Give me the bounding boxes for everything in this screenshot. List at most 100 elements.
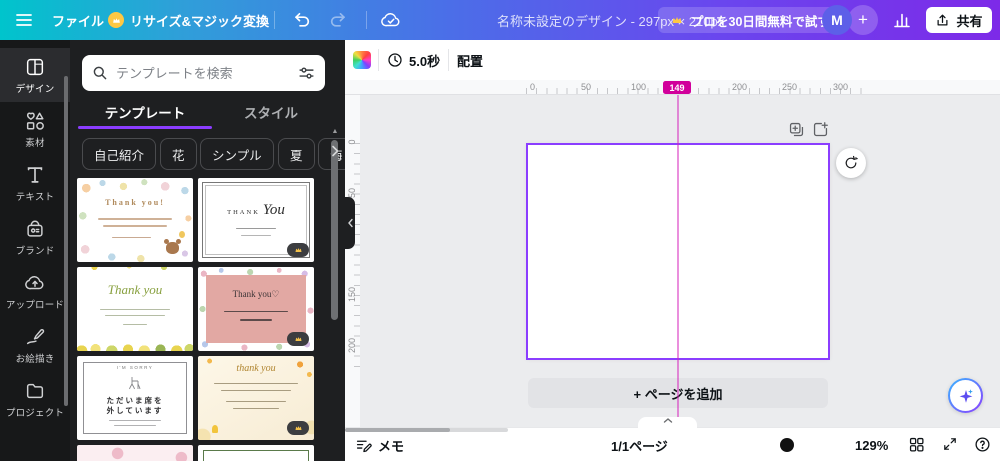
card-title: Thank you♡ xyxy=(232,288,280,299)
filter-chip-flower[interactable]: 花 xyxy=(160,138,197,170)
template-panel: テンプレート スタイル 自己紹介 花 シンプル 夏 海 Thank you! T… xyxy=(70,40,345,461)
topbar-divider xyxy=(366,11,367,29)
ruler-ticks xyxy=(354,143,360,371)
chip-scroll-right-icon[interactable] xyxy=(330,144,340,163)
filter-sliders-icon[interactable] xyxy=(298,65,315,82)
design-icon xyxy=(26,58,44,75)
bottom-status-bar: メモ 1/1ページ 129% xyxy=(345,427,1000,461)
zoom-slider[interactable] xyxy=(345,428,508,432)
template-thumbnail-thank-you-elegant[interactable]: THANK You xyxy=(198,178,314,262)
text-icon xyxy=(27,166,43,183)
chair-art xyxy=(129,377,141,390)
card-title: thank you xyxy=(236,362,276,374)
avatar[interactable]: M xyxy=(822,5,852,35)
sidebar-item-brand[interactable]: ブランド xyxy=(0,210,70,264)
template-thumbnail-away-message[interactable]: I'M SORRY ただいま席を 外しています xyxy=(77,356,193,440)
ruler-label: 250 xyxy=(782,82,798,92)
ruler-label: 0 xyxy=(530,82,536,92)
template-thumbnail-thank-you-yellow[interactable]: Thank you xyxy=(77,267,193,351)
zoom-slider-knob[interactable] xyxy=(780,438,794,452)
sidebar-scrollbar[interactable] xyxy=(64,76,68,406)
pro-trial-button[interactable]: プロを30日間無料で試す xyxy=(658,7,842,33)
filter-chip-summer[interactable]: 夏 xyxy=(278,138,315,170)
horizontal-ruler[interactable]: 0 50 100 200 250 300 149 xyxy=(345,80,1000,95)
sidebar-item-design[interactable]: デザイン xyxy=(0,48,70,102)
sidebar-nav: デザイン 素材 テキスト ブランド アップロード お絵描き プロジェクト xyxy=(0,40,70,461)
page-indicator: 1/1ページ xyxy=(611,438,668,454)
search-input[interactable] xyxy=(116,65,290,81)
sidebar-item-label: 素材 xyxy=(25,137,45,149)
template-thumbnail-thank-you-autumn[interactable]: thank you xyxy=(198,356,314,440)
help-icon xyxy=(975,437,990,452)
fullscreen-button[interactable] xyxy=(942,436,958,457)
add-member-button[interactable]: + xyxy=(848,5,878,35)
resize-magic-label: リサイズ&マジック変換 xyxy=(130,13,269,29)
ruler-label: 50 xyxy=(581,82,592,92)
sidebar-item-draw[interactable]: お絵描き xyxy=(0,318,70,372)
tab-templates[interactable]: テンプレート xyxy=(78,102,212,122)
resize-magic-button[interactable]: リサイズ&マジック変換 xyxy=(108,0,269,40)
toolbar-divider xyxy=(378,49,379,71)
guide-line[interactable] xyxy=(677,95,679,418)
sidebar-item-text[interactable]: テキスト xyxy=(0,156,70,210)
folder-icon xyxy=(26,383,44,398)
template-thumbnail-thank-you-pink[interactable]: Thank you♡ xyxy=(198,267,314,351)
ruler-label: 300 xyxy=(833,82,849,92)
sidebar-item-elements[interactable]: 素材 xyxy=(0,102,70,156)
sidebar-item-uploads[interactable]: アップロード xyxy=(0,264,70,318)
notes-button[interactable]: メモ xyxy=(355,428,404,461)
panel-scrollbar[interactable] xyxy=(331,140,338,320)
background-color-swatch[interactable] xyxy=(353,51,371,69)
main-menu-button[interactable] xyxy=(14,0,34,40)
add-page-icon-button[interactable] xyxy=(812,121,829,143)
file-menu-label: ファイル xyxy=(52,13,105,29)
duration-value: 5.0秒 xyxy=(409,53,441,69)
top-app-bar: ファイル リサイズ&マジック変換 名称未設定のデザイン - 297px × 21… xyxy=(0,0,1000,40)
magic-assistant-button[interactable] xyxy=(948,378,983,413)
ruler-label: 200 xyxy=(732,82,748,92)
filter-chip-self-intro[interactable]: 自己紹介 xyxy=(82,138,157,170)
notes-label: メモ xyxy=(378,438,405,454)
duplicate-page-button[interactable] xyxy=(788,121,805,143)
grid-view-button[interactable] xyxy=(908,436,925,458)
save-status-button[interactable] xyxy=(380,0,402,40)
card-title-line2: 外しています xyxy=(106,405,164,415)
active-tab-underline xyxy=(78,126,212,129)
card-title: Thank you! xyxy=(105,198,165,208)
chevron-left-icon xyxy=(347,218,353,228)
undo-button[interactable] xyxy=(292,0,312,40)
canva-editor: ファイル リサイズ&マジック変換 名称未設定のデザイン - 297px × 21… xyxy=(0,0,1000,461)
file-menu-button[interactable]: ファイル xyxy=(52,0,104,40)
redo-button[interactable] xyxy=(328,0,348,40)
hamburger-icon xyxy=(16,14,32,26)
sidebar-item-projects[interactable]: プロジェクト xyxy=(0,372,70,426)
draw-pen-icon xyxy=(26,328,45,344)
guide-position-badge[interactable]: 149 xyxy=(663,81,691,94)
collapse-panel-button[interactable] xyxy=(345,197,355,249)
zoom-percent[interactable]: 129% xyxy=(855,428,888,461)
help-button[interactable] xyxy=(974,436,991,458)
search-icon xyxy=(93,66,107,80)
clock-icon xyxy=(388,53,402,67)
template-thumbnail-pink-floral-partial[interactable] xyxy=(77,445,193,461)
ruler-label: 0 xyxy=(347,139,357,145)
position-button[interactable]: 配置 xyxy=(457,40,483,80)
template-thumbnail-thank-you-bear[interactable]: Thank you! xyxy=(77,178,193,262)
filter-chip-simple[interactable]: シンプル xyxy=(200,138,274,170)
bear-art xyxy=(164,238,182,254)
card-title: Thank you xyxy=(107,282,163,298)
panel-scroll-up-icon[interactable]: ▲ xyxy=(331,128,339,135)
tab-styles[interactable]: スタイル xyxy=(212,102,330,122)
animation-duration-button[interactable]: 5.0秒 xyxy=(387,40,440,80)
canvas-workspace[interactable]: + ページを追加 xyxy=(345,95,1000,427)
template-thumbnail-green-frame-partial[interactable] xyxy=(198,445,314,461)
sidebar-item-label: テキスト xyxy=(15,191,55,203)
rotate-page-button[interactable] xyxy=(836,148,866,178)
collapse-bottom-tab[interactable] xyxy=(638,417,697,430)
insights-button[interactable] xyxy=(890,9,914,31)
pro-trial-label: プロを30日間無料で試す xyxy=(691,14,830,29)
topbar-divider xyxy=(274,11,275,29)
vertical-ruler[interactable]: 0 50 150 200 xyxy=(345,95,360,427)
share-button[interactable]: 共有 xyxy=(926,7,992,33)
memo-icon xyxy=(356,440,372,452)
